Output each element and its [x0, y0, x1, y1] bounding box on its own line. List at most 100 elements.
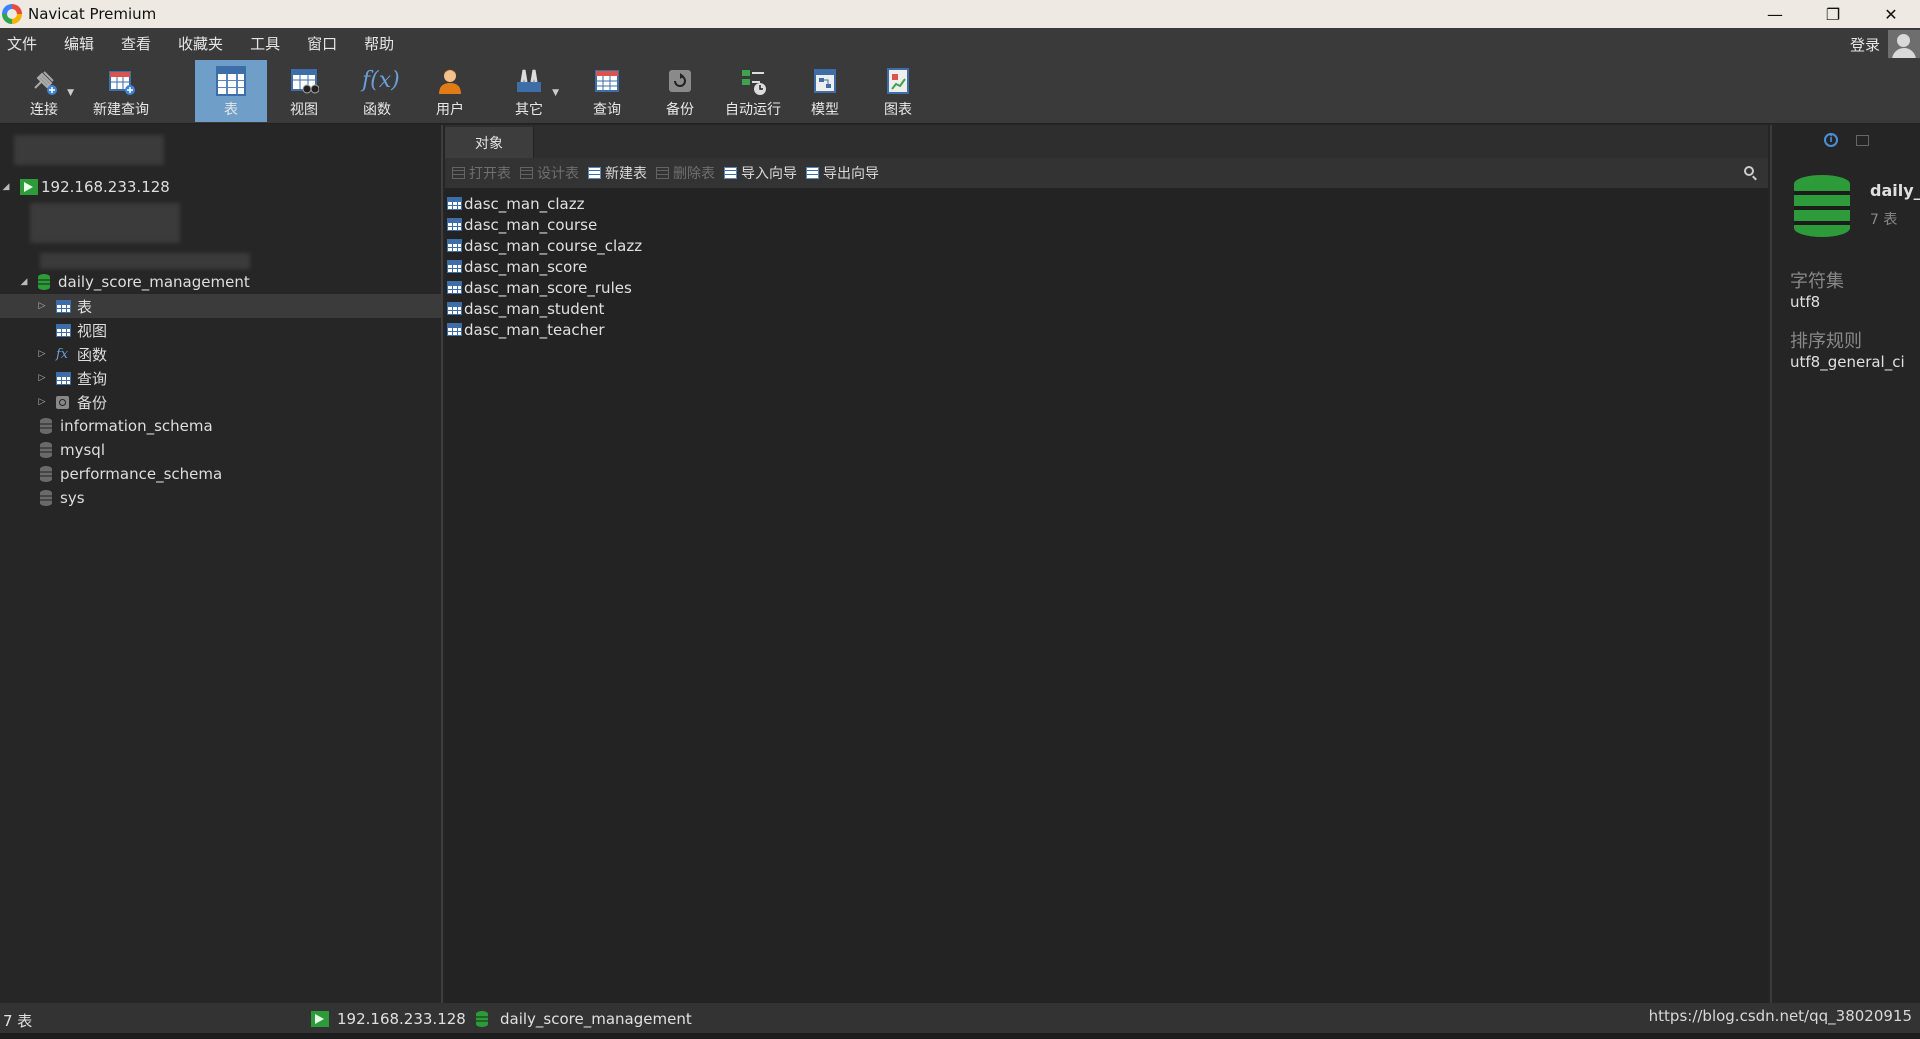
open-table-icon [452, 167, 465, 179]
menu-bar: 文件 编辑 查看 收藏夹 工具 窗口 帮助 [0, 28, 1920, 58]
minimize-icon[interactable]: — [1746, 0, 1804, 28]
login-link[interactable]: 登录 [1850, 34, 1880, 55]
schedule-icon [738, 66, 768, 96]
menu-edit[interactable]: 编辑 [64, 33, 94, 54]
table-icon [56, 299, 71, 313]
import-wizard-button[interactable]: 导入向导 [724, 163, 797, 183]
auto-run-button[interactable]: 自动运行 [720, 60, 786, 122]
expand-arrow-icon[interactable]: ▷ [36, 349, 48, 359]
query-icon [592, 66, 622, 96]
new-table-button[interactable]: 新建表 [588, 163, 647, 183]
navigator-panel: ◢ 192.168.233.128 ◢ daily_score_manageme… [0, 125, 443, 1003]
list-item[interactable]: dasc_man_score [445, 256, 642, 277]
database-node[interactable]: ◢ daily_score_management [0, 270, 441, 294]
search-icon[interactable] [1744, 166, 1754, 176]
window-controls: — ❐ ✕ [1746, 0, 1920, 28]
function-button[interactable]: f(x) 函数 [355, 60, 400, 122]
window-title: Navicat Premium [28, 5, 157, 23]
table-icon [447, 281, 462, 294]
view-icon [289, 66, 320, 96]
model-button[interactable]: 模型 [803, 60, 847, 122]
view-button[interactable]: 视图 [282, 60, 326, 122]
list-item[interactable]: dasc_man_student [445, 298, 642, 319]
menu-tools[interactable]: 工具 [250, 33, 280, 54]
redacted-block [14, 135, 164, 165]
database-node[interactable]: mysql [0, 438, 441, 462]
collation-value: utf8_general_ci [1790, 353, 1905, 371]
status-database: daily_score_management [476, 1010, 692, 1028]
list-item[interactable]: dasc_man_teacher [445, 319, 642, 340]
expand-arrow-icon[interactable]: ▷ [36, 373, 48, 383]
menu-file[interactable]: 文件 [7, 33, 37, 54]
table-list: dasc_man_clazz dasc_man_course dasc_man_… [445, 193, 642, 340]
tree-item-views[interactable]: 视图 [0, 318, 441, 342]
menu-view[interactable]: 查看 [121, 33, 151, 54]
database-icon [1794, 175, 1850, 237]
design-table-button[interactable]: 设计表 [520, 163, 579, 183]
backup-icon [665, 66, 695, 96]
tab-bar: 对象 [445, 125, 1768, 158]
user-button[interactable]: 用户 [428, 60, 472, 122]
function-icon: f(x) [362, 68, 400, 93]
tree-item-functions[interactable]: ▷ fx 函数 [0, 342, 441, 366]
export-wizard-button[interactable]: 导出向导 [806, 163, 879, 183]
watermark-text: https://blog.csdn.net/qq_38020915 [1648, 1007, 1912, 1025]
model-icon [810, 66, 840, 96]
open-table-button[interactable]: 打开表 [452, 163, 511, 183]
function-icon: fx [56, 346, 69, 362]
query-button[interactable]: 查询 [585, 60, 629, 122]
tree-item-queries[interactable]: ▷ 查询 [0, 366, 441, 390]
new-query-button[interactable]: 新建查询 [88, 60, 154, 122]
restore-icon[interactable]: ❐ [1804, 0, 1862, 28]
database-node[interactable]: sys [0, 486, 441, 510]
close-icon[interactable]: ✕ [1862, 0, 1920, 28]
expand-arrow-icon[interactable]: ◢ [18, 277, 30, 287]
tools-icon [514, 66, 544, 96]
database-node[interactable]: information_schema [0, 414, 441, 438]
info-icon[interactable]: i [1824, 133, 1838, 147]
connection-node[interactable]: ◢ 192.168.233.128 [0, 175, 441, 199]
tree-item-backups[interactable]: ▷ 备份 [0, 390, 441, 414]
status-count: 7 表 [3, 1012, 33, 1030]
database-icon [476, 1011, 488, 1027]
ddl-icon[interactable] [1856, 135, 1869, 146]
database-node[interactable]: performance_schema [0, 462, 441, 486]
status-connection: 192.168.233.128 [311, 1010, 466, 1028]
list-item[interactable]: dasc_man_score_rules [445, 277, 642, 298]
backup-button[interactable]: 备份 [658, 60, 702, 122]
menu-favorites[interactable]: 收藏夹 [178, 33, 223, 54]
plug-icon [29, 66, 59, 96]
connect-button[interactable]: 连接 ▼ [22, 60, 74, 122]
server-icon [311, 1011, 329, 1027]
redacted-block [40, 253, 250, 269]
table-button[interactable]: 表 [195, 60, 267, 122]
collation-label: 排序规则 [1790, 331, 1862, 352]
tree-item-tables[interactable]: ▷ 表 [0, 294, 441, 318]
database-name: daily_ [1870, 181, 1920, 200]
other-button[interactable]: 其它 ▼ [507, 60, 559, 122]
chart-icon [883, 66, 913, 96]
menu-window[interactable]: 窗口 [307, 33, 337, 54]
chevron-down-icon[interactable]: ▼ [552, 88, 559, 98]
list-item[interactable]: dasc_man_course [445, 214, 642, 235]
table-count: 7 表 [1870, 212, 1898, 228]
list-item[interactable]: dasc_man_clazz [445, 193, 642, 214]
main-toolbar: 连接 ▼ 新建查询 表 视图 f(x) 函数 用户 其它 ▼ 查询 备份 自动运… [0, 58, 1920, 124]
table-icon [447, 260, 462, 273]
expand-arrow-icon[interactable]: ▷ [36, 301, 48, 311]
list-item[interactable]: dasc_man_course_clazz [445, 235, 642, 256]
expand-arrow-icon[interactable]: ◢ [0, 182, 12, 192]
backup-icon [56, 395, 69, 409]
chart-button[interactable]: 图表 [876, 60, 920, 122]
avatar[interactable] [1888, 30, 1920, 60]
delete-table-button[interactable]: 删除表 [656, 163, 715, 183]
table-icon [216, 66, 246, 96]
new-table-icon [588, 167, 601, 179]
expand-arrow-icon[interactable]: ▷ [36, 397, 48, 407]
tab-objects[interactable]: 对象 [445, 127, 534, 158]
title-bar: Navicat Premium — ❐ ✕ [0, 0, 1920, 28]
objects-toolbar: 打开表 设计表 新建表 删除表 导入向导 导出向导 [445, 158, 1768, 188]
charset-value: utf8 [1790, 293, 1821, 311]
menu-help[interactable]: 帮助 [364, 33, 394, 54]
chevron-down-icon[interactable]: ▼ [67, 88, 74, 98]
